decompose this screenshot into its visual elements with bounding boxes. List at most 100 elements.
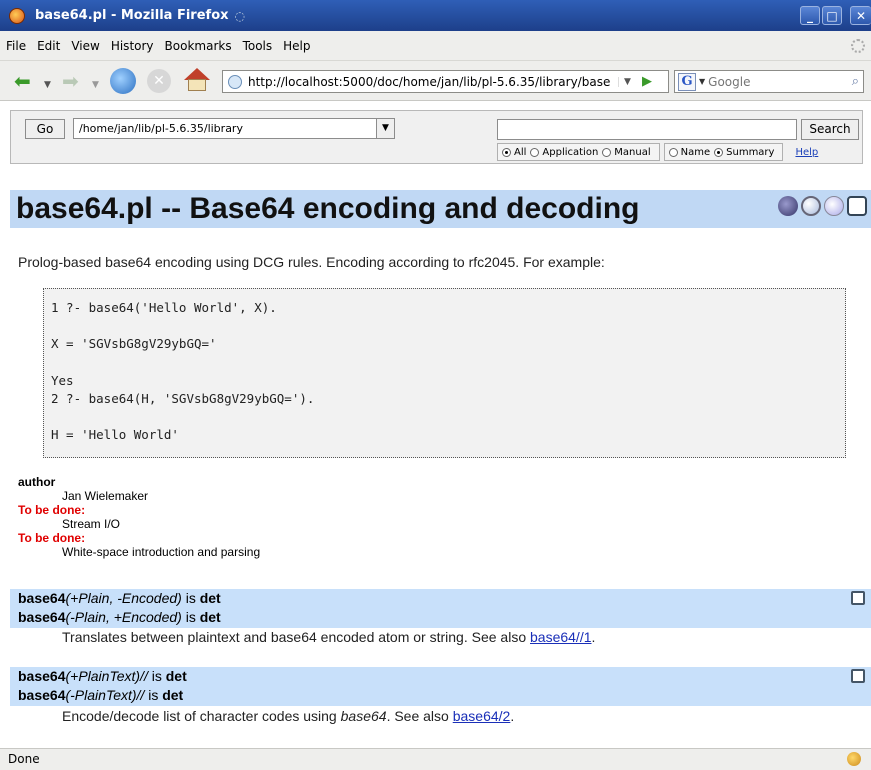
predicate-name: base64 xyxy=(18,590,66,606)
menu-history[interactable]: History xyxy=(111,39,154,53)
minimize-button[interactable]: _ xyxy=(800,6,820,25)
predicate-name: base64 xyxy=(18,668,66,684)
description-text: Encode/decode list of character codes us… xyxy=(62,708,341,724)
url-input[interactable] xyxy=(248,74,618,89)
see-also-link[interactable]: base64//1 xyxy=(530,629,592,645)
go-button[interactable]: Go xyxy=(25,119,65,139)
radio-dot xyxy=(530,147,540,157)
radio-label: Name xyxy=(680,146,711,158)
description-text: Translates between plaintext and base64 … xyxy=(62,629,530,645)
url-history-dropdown[interactable]: ▼ xyxy=(618,76,636,87)
radio-dot-selected xyxy=(502,147,511,157)
radio-name[interactable]: Name xyxy=(668,146,711,158)
predicate-det: det xyxy=(199,590,221,606)
predicate-signature: base64(+PlainText)// is det xyxy=(10,667,871,686)
search-options: All Application Manual Name Summary Help xyxy=(497,143,818,161)
predicate-description: Encode/decode list of character codes us… xyxy=(62,708,514,724)
search-button[interactable]: Search xyxy=(801,119,859,140)
predicate-signature: base64(-PlainText)// is det xyxy=(10,686,871,705)
radio-all[interactable]: All xyxy=(502,147,526,158)
page-title: base64.pl -- Base64 encoding and decodin… xyxy=(16,192,640,225)
edit-icon[interactable] xyxy=(851,669,865,683)
window-titlebar: base64.pl - Mozilla Firefox ◌ _ □ ✕ xyxy=(0,0,871,31)
field-value: Stream I/O xyxy=(62,517,121,531)
close-button[interactable]: ✕ xyxy=(850,6,871,25)
menu-tools[interactable]: Tools xyxy=(243,39,273,53)
web-search-input[interactable] xyxy=(708,74,844,89)
description-emphasis: base64 xyxy=(340,708,387,724)
predicate-header: base64(+Plain, -Encoded) is det base64(-… xyxy=(10,589,871,628)
directory-select[interactable]: /home/jan/lib/pl-5.6.35/library ▼ xyxy=(73,118,395,139)
maximize-button[interactable]: □ xyxy=(822,6,842,25)
field-value: White-space introduction and parsing xyxy=(62,545,261,559)
home-icon[interactable] xyxy=(184,68,210,92)
status-text: Done xyxy=(8,752,40,766)
menu-edit[interactable]: Edit xyxy=(37,39,60,53)
predicate-signature: base64(-Plain, +Encoded) is det xyxy=(10,608,871,627)
directory-select-value: /home/jan/lib/pl-5.6.35/library xyxy=(79,122,243,135)
status-icon xyxy=(847,752,861,766)
reload-file-icon[interactable] xyxy=(824,196,844,216)
module-intro: Prolog-based base64 encoding using DCG r… xyxy=(18,254,605,270)
menu-help[interactable]: Help xyxy=(283,39,310,53)
radio-label: Application xyxy=(542,146,599,158)
predicate-det: det xyxy=(165,668,187,684)
see-also-link[interactable]: base64/2 xyxy=(453,708,511,724)
predicate-is: is xyxy=(181,590,200,606)
menu-bookmarks[interactable]: Bookmarks xyxy=(165,39,232,53)
predicate-args: (-Plain, +Encoded) xyxy=(65,609,182,625)
radio-dot-selected xyxy=(714,147,724,157)
stop-icon[interactable]: ✕ xyxy=(147,69,171,93)
description-text: . xyxy=(510,708,515,724)
predicate-args: (-PlainText)// xyxy=(65,687,145,703)
menu-file[interactable]: File xyxy=(6,39,26,53)
code-text: 1 ?- base64('Hello World', X). X = 'SGVs… xyxy=(51,300,315,443)
predicate-det: det xyxy=(162,687,184,703)
predicate-is: is xyxy=(147,668,166,684)
sheet-icon: ◌ xyxy=(234,8,245,23)
window-title: base64.pl - Mozilla Firefox xyxy=(35,8,229,23)
edit-icon[interactable] xyxy=(851,591,865,605)
doc-search-form: Go /home/jan/lib/pl-5.6.35/library ▼ Sea… xyxy=(10,110,863,164)
forward-arrow-icon[interactable]: ➡ xyxy=(62,70,79,92)
site-icon xyxy=(228,74,242,89)
doc-search-input[interactable] xyxy=(497,119,797,140)
web-search-box: G ▼ ⌕ xyxy=(674,70,864,93)
url-bar: ▼ ▶ xyxy=(222,70,669,93)
field-value: Jan Wielemaker xyxy=(62,489,149,503)
chevron-down-icon[interactable]: ▼ xyxy=(376,119,394,138)
forward-history-dropdown[interactable]: ▼ xyxy=(92,74,99,96)
go-arrow-icon[interactable]: ▶ xyxy=(636,74,658,89)
predicate-is: is xyxy=(144,687,163,703)
google-engine-icon[interactable]: G xyxy=(678,72,696,91)
zoom-icon[interactable] xyxy=(801,196,821,216)
description-text: . xyxy=(591,629,596,645)
reload-icon[interactable] xyxy=(110,68,136,94)
source-icon[interactable] xyxy=(778,196,798,216)
page-header: base64.pl -- Base64 encoding and decodin… xyxy=(10,190,871,228)
engine-dropdown-icon[interactable]: ▼ xyxy=(699,77,705,86)
predicate-header: base64(+PlainText)// is det base64(-Plai… xyxy=(10,667,871,706)
scope-radio-group: All Application Manual xyxy=(497,143,660,161)
help-link[interactable]: Help xyxy=(795,147,818,158)
radio-dot xyxy=(668,147,678,157)
radio-manual[interactable]: Manual xyxy=(602,147,651,158)
header-icons xyxy=(775,196,867,216)
back-arrow-icon[interactable]: ⬅ xyxy=(14,70,31,92)
edit-icon[interactable] xyxy=(847,196,867,216)
firefox-icon xyxy=(9,7,25,24)
predicate-name: base64 xyxy=(18,609,66,625)
radio-label: All xyxy=(514,146,527,158)
description-text: . See also xyxy=(386,708,453,724)
magnifier-icon[interactable]: ⌕ xyxy=(852,74,859,89)
menu-view[interactable]: View xyxy=(71,39,99,53)
throbber-icon xyxy=(851,39,865,53)
radio-dot xyxy=(602,147,612,157)
radio-application[interactable]: Application xyxy=(530,147,598,158)
predicate-args: (+PlainText)// xyxy=(65,668,148,684)
predicate-name: base64 xyxy=(18,687,66,703)
predicate-description: Translates between plaintext and base64 … xyxy=(62,629,595,645)
field-label-todo: To be done: xyxy=(18,503,86,517)
radio-summary[interactable]: Summary xyxy=(714,147,774,158)
back-history-dropdown[interactable]: ▼ xyxy=(44,74,51,96)
